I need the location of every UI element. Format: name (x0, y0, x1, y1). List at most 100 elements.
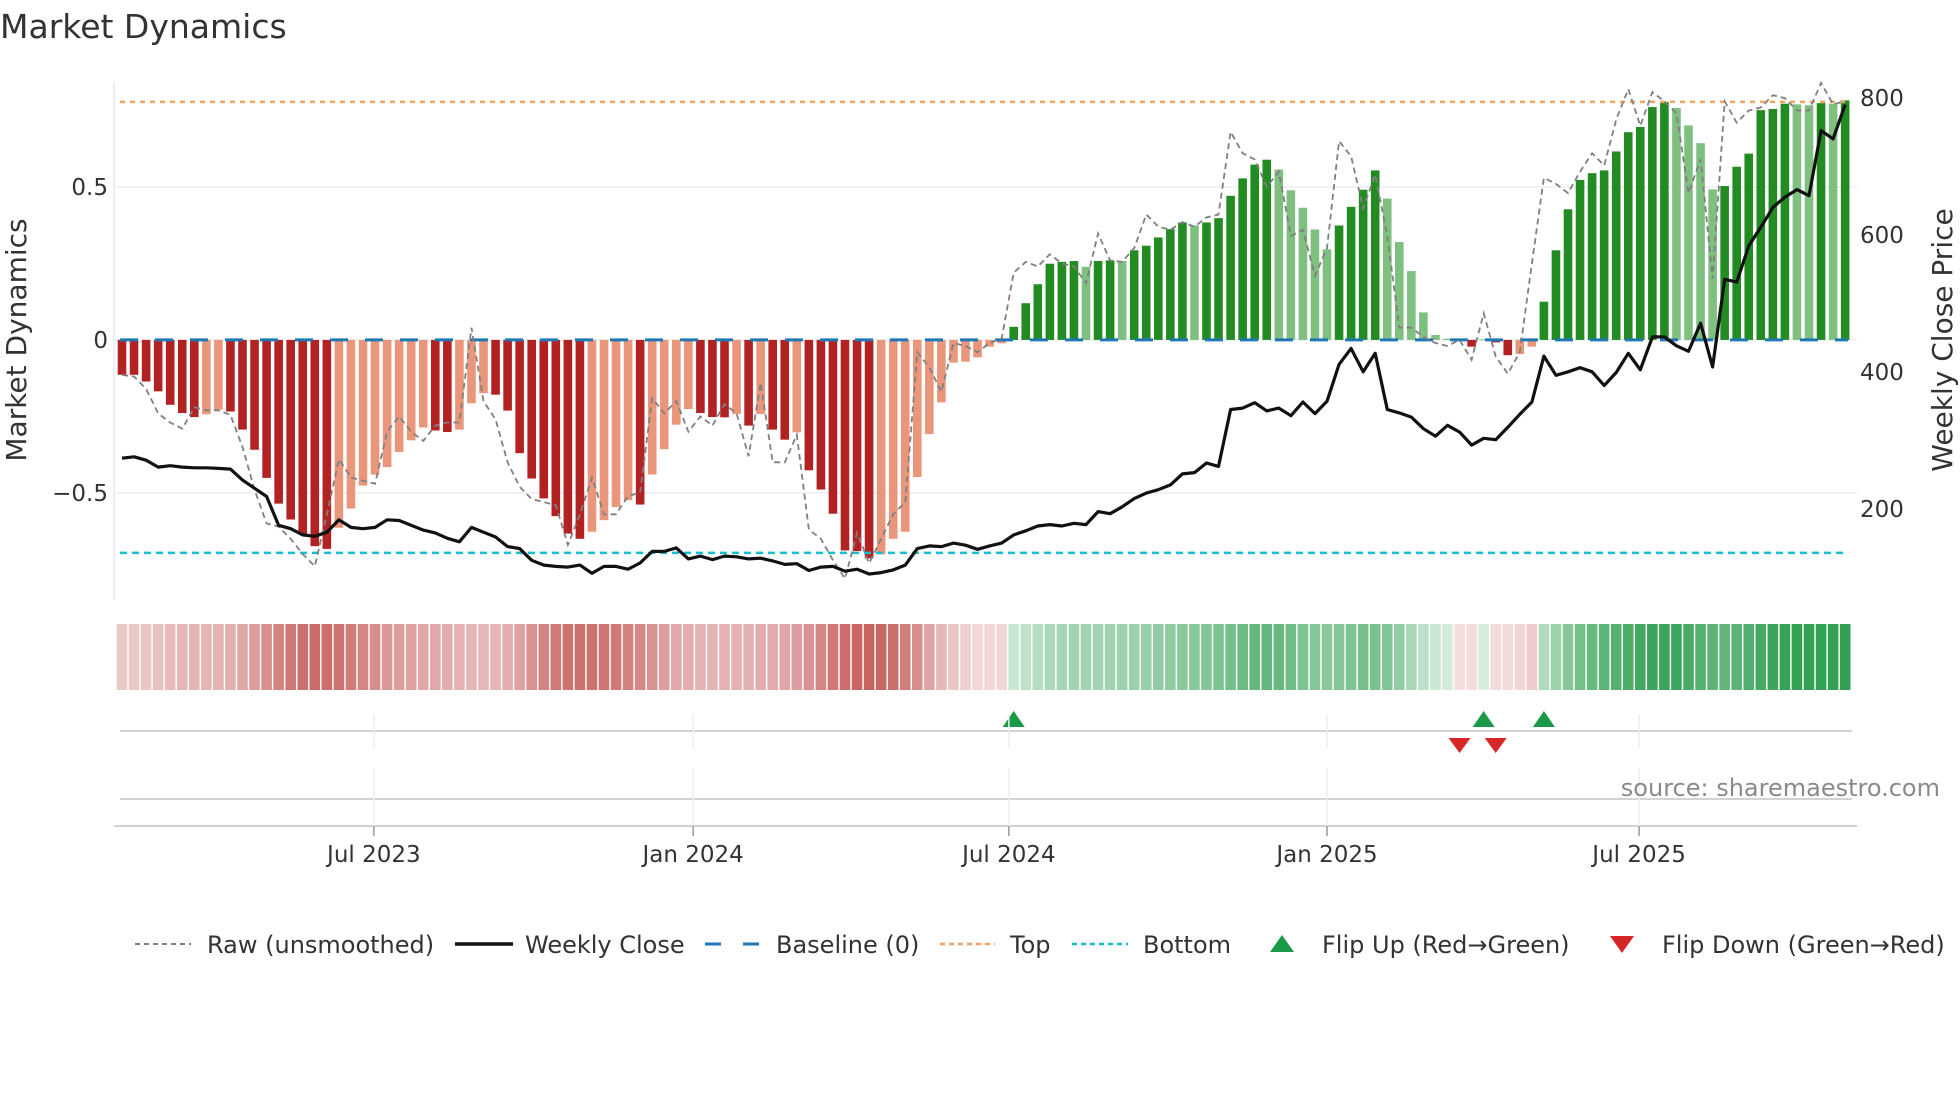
triangle-down-icon (1610, 936, 1634, 953)
strip-cell (743, 624, 754, 690)
bar-bear (479, 339, 488, 394)
bar-bull (1334, 225, 1344, 340)
chart-title: Market Dynamics (0, 7, 287, 46)
legend-label: Weekly Close (525, 931, 685, 959)
strip-cell (851, 624, 863, 690)
strip-cell (128, 624, 140, 690)
strip-cell (140, 624, 152, 690)
bar-bear (611, 339, 621, 507)
strip-cell (152, 624, 164, 690)
strip-cell (164, 624, 176, 690)
strip-cell (1466, 624, 1477, 690)
strip-cell (1394, 624, 1405, 690)
strip-cell (1080, 624, 1092, 690)
bar-bear (129, 339, 139, 375)
strip-cell (827, 624, 839, 690)
bar-bear (190, 339, 199, 418)
bar-bull (1599, 170, 1609, 340)
bar-bear (587, 339, 597, 532)
strip-cell (1598, 624, 1610, 690)
bar-bear (876, 339, 886, 555)
bar-bull (1045, 263, 1055, 340)
strip-cell (538, 624, 550, 690)
bar-bull (1057, 261, 1067, 340)
strip-cell (261, 624, 272, 690)
strip-cell (466, 624, 477, 690)
bar-bear (937, 339, 946, 403)
strip-cell (1586, 624, 1598, 690)
flip-up-marker (1532, 711, 1555, 727)
bar-bull (1166, 229, 1175, 340)
bar-bear (696, 339, 705, 414)
strip-cell (1562, 624, 1574, 690)
legend-item-close: Weekly Close (455, 931, 685, 959)
bar-bull (1322, 249, 1332, 340)
strip-cell (1285, 624, 1297, 690)
strip-cell (839, 624, 851, 690)
bar-bull (1033, 284, 1043, 340)
bar-bear (672, 339, 681, 425)
bar-bull (1696, 143, 1705, 340)
strip-cell (1574, 624, 1586, 690)
strip-cell (767, 624, 778, 690)
legend: Raw (unsmoothed) Weekly Close Baseline (0)… (135, 931, 1945, 959)
bar-bull (1792, 104, 1802, 340)
bar-bear (708, 339, 717, 418)
strip-cell (671, 624, 682, 690)
bar-bull (1563, 209, 1573, 340)
bar-bear (780, 339, 790, 440)
bar-bull (1226, 195, 1235, 340)
strip-cell (646, 624, 658, 690)
bar-bear (322, 339, 332, 549)
bar-bull (1780, 103, 1790, 340)
strip-cell (1767, 624, 1779, 690)
x-tick-label: Jan 2024 (641, 842, 744, 868)
legend-label: Top (1009, 931, 1051, 959)
bar-bull (1129, 250, 1139, 340)
bar-bear (334, 339, 344, 528)
raw-line (121, 80, 1846, 581)
strip-cell (1791, 624, 1803, 690)
strip-cell (116, 624, 128, 690)
bar-bull (1069, 260, 1079, 340)
bar-bear (659, 339, 669, 450)
bar-bear (141, 339, 151, 382)
bar-bear (503, 339, 512, 411)
strip-cell (887, 624, 899, 690)
strip-cell (213, 624, 224, 690)
strip-cell (1610, 624, 1622, 690)
bar-bear (358, 339, 368, 486)
bar-bull (1611, 151, 1621, 340)
strip-cell (1032, 624, 1044, 690)
strip-cell (1743, 624, 1755, 690)
strip-cell (1502, 624, 1514, 690)
market-dynamics-chart: Market Dynamics 0.5 0 −0.5 800 600 400 200 Jul… (0, 7, 1959, 959)
strip-cell (381, 624, 393, 690)
strip-cell (683, 624, 694, 690)
bar-bull (1840, 100, 1850, 340)
regime-heat-strip (116, 624, 1851, 690)
strip-cell (1719, 624, 1730, 690)
strip-cell (1815, 624, 1827, 690)
y2-tick-label: 800 (1860, 86, 1904, 112)
bar-bear (370, 339, 380, 475)
bar-bear (226, 339, 235, 412)
bar-bear (165, 339, 175, 405)
bar-bear (202, 339, 211, 415)
left-axis-label: Market Dynamics (0, 218, 33, 461)
bar-bear (744, 339, 753, 426)
strip-cell (321, 624, 333, 690)
strip-cell (1273, 624, 1285, 690)
strip-cell (803, 624, 815, 690)
bar-bull (1021, 303, 1031, 340)
strip-cell (1225, 624, 1236, 690)
strip-cell (333, 624, 345, 690)
x-tick-label: Jul 2023 (325, 842, 421, 868)
strip-cell (1454, 624, 1465, 690)
bar-bull (1804, 105, 1814, 340)
legend-item-top: Top (940, 931, 1051, 959)
strip-cell (1116, 624, 1128, 690)
y-tick-label: −0.5 (52, 481, 108, 507)
strip-cell (695, 624, 706, 690)
bar-bear (527, 339, 536, 479)
